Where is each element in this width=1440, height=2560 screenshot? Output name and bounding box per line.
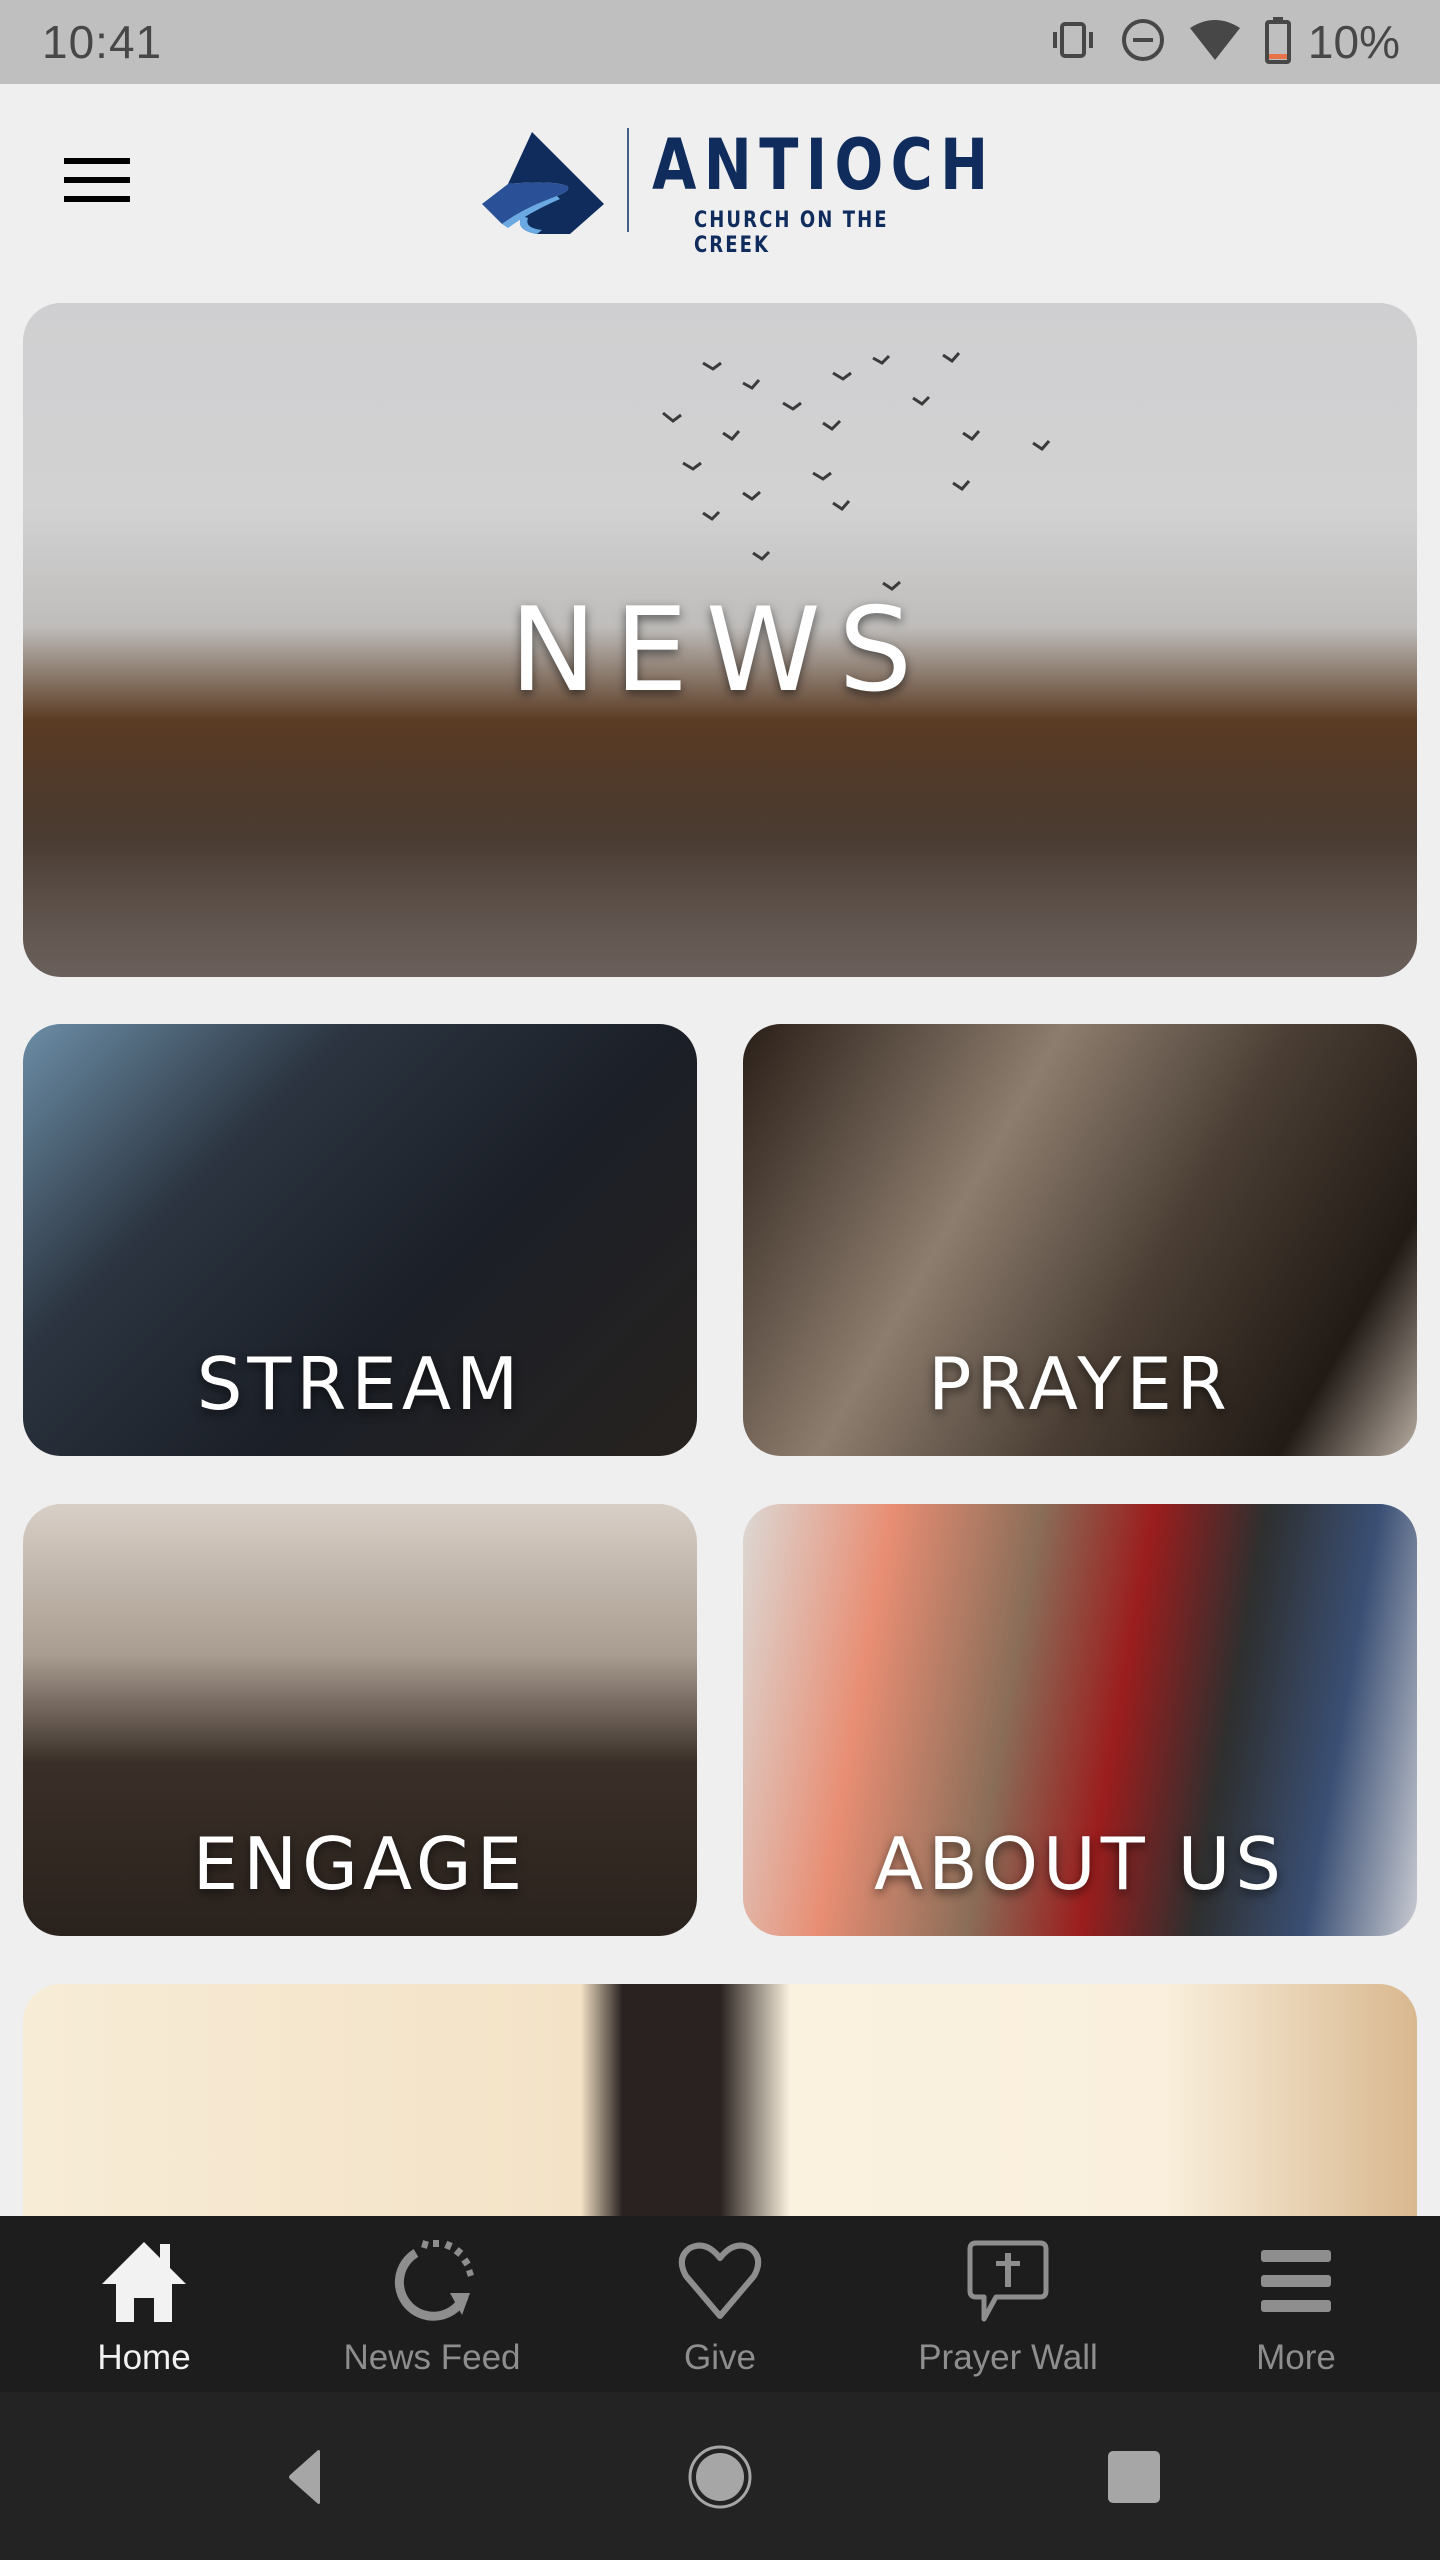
prayer-tile-label: PRAYER [928,1342,1232,1426]
church-logo: ANTIOCH CHURCH ON THE CREEK [462,124,988,258]
system-navigation-bar [0,2392,1440,2560]
vibrate-icon [1048,20,1098,64]
stream-tile-label: STREAM [196,1342,524,1426]
system-back-button[interactable] [262,2442,342,2512]
engage-tile[interactable]: ENGAGE [23,1504,697,1936]
nav-home-label: Home [97,2338,191,2377]
battery-percent: 10% [1307,16,1400,68]
home-circle-icon [688,2445,752,2509]
status-icons: 10% [1048,15,1400,69]
logo-divider [627,128,629,232]
logo-tagline: CHURCH ON THE CREEK [694,208,889,258]
nav-prayer-wall[interactable]: Prayer Wall [864,2216,1152,2392]
hamburger-line [64,177,130,183]
nav-prayer-wall-label: Prayer Wall [918,2338,1098,2377]
nav-give[interactable]: Give [576,2216,864,2392]
hamburger-line [64,196,130,202]
hamburger-menu-icon [64,158,130,164]
system-recents-button[interactable] [1094,2442,1174,2512]
news-tile[interactable]: NEWS [23,303,1417,977]
nav-news-feed-label: News Feed [343,2338,521,2377]
refresh-icon [387,2236,477,2326]
nav-more-label: More [1256,2338,1336,2377]
menu-icon [1251,2236,1341,2326]
heart-icon [675,2236,765,2326]
hamburger-menu-button[interactable] [64,158,132,210]
stream-tile[interactable]: STREAM [23,1024,697,1456]
wifi-icon [1188,18,1242,66]
about-us-tile-label: ABOUT US [873,1822,1287,1906]
app-header: ANTIOCH CHURCH ON THE CREEK [0,84,1440,304]
recents-icon [1108,2451,1160,2503]
engage-tile-label: ENGAGE [192,1822,528,1906]
bottom-navigation: Home News Feed Give Prayer Wall More [0,2216,1440,2392]
prayer-tile[interactable]: PRAYER [743,1024,1417,1456]
nav-more[interactable]: More [1152,2216,1440,2392]
nav-give-label: Give [684,2338,756,2377]
system-home-button[interactable] [680,2442,760,2512]
logo-mark-icon [482,132,604,234]
status-bar: 10:41 10% [0,0,1440,84]
nav-news-feed[interactable]: News Feed [288,2216,576,2392]
battery-icon [1264,16,1292,68]
do-not-disturb-icon [1120,17,1166,67]
status-time: 10:41 [42,16,163,68]
news-tile-label: NEWS [509,583,931,718]
prayer-chat-icon [963,2236,1053,2326]
about-us-tile[interactable]: ABOUT US [743,1504,1417,1936]
back-icon [289,2450,320,2504]
logo-wordmark: ANTIOCH [652,124,996,206]
home-icon [99,2236,189,2326]
nav-home[interactable]: Home [0,2216,288,2392]
